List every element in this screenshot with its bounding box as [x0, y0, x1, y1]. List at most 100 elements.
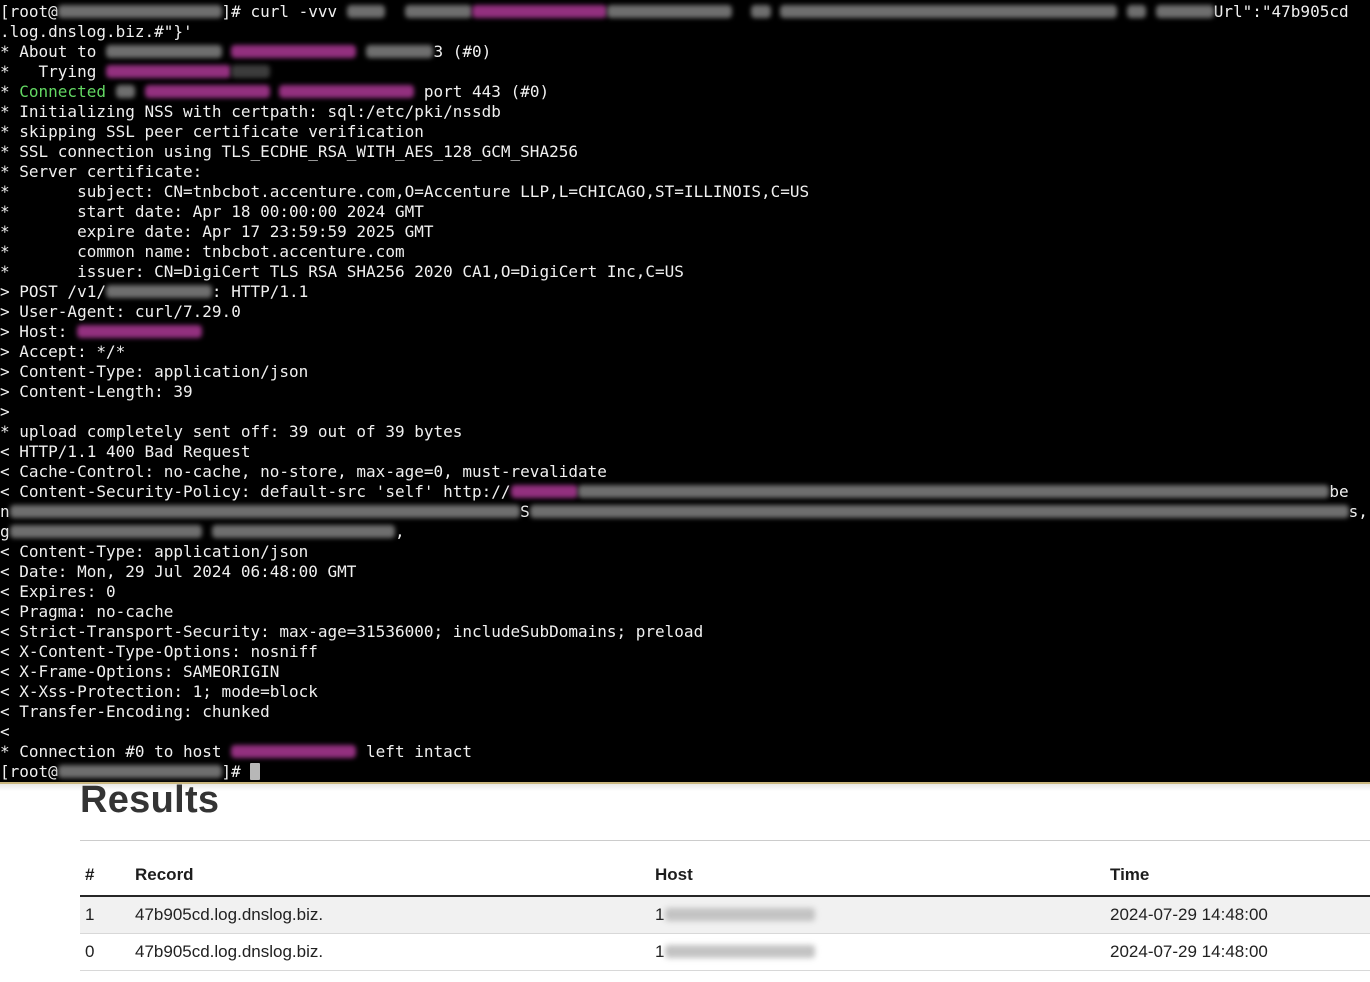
terminal-text: > — [0, 402, 10, 421]
redacted-text — [10, 525, 203, 538]
redacted-host — [665, 908, 815, 921]
time-value: 2024-07-29 14:48:00 — [1110, 934, 1370, 971]
redacted-text — [607, 5, 732, 18]
terminal-line: * About to 3 (#0) — [0, 42, 1370, 62]
redacted-text — [530, 505, 1349, 518]
redacted-ip-highlight — [145, 85, 270, 98]
terminal-line: * SSL connection using TLS_ECDHE_RSA_WIT… — [0, 142, 1370, 162]
terminal-text — [771, 2, 781, 21]
redacted-text — [58, 765, 222, 778]
terminal-text: , — [395, 522, 405, 541]
terminal-text: * About to — [0, 42, 106, 61]
terminal-text: < Content-Type: application/json — [0, 542, 308, 561]
redacted-text — [106, 45, 222, 58]
host-visible-prefix: 1 — [655, 942, 664, 961]
terminal-cursor — [250, 763, 260, 780]
redacted-ip-highlight — [106, 65, 231, 78]
terminal-line: < Pragma: no-cache — [0, 602, 1370, 622]
terminal-line: * Trying — [0, 62, 1370, 82]
terminal-text: < Transfer-Encoding: chunked — [0, 702, 270, 721]
redacted-text — [212, 525, 395, 538]
terminal-line: [root@ ]# curl -vvv Url":"47b905cd — [0, 2, 1370, 22]
terminal-text: left intact — [356, 742, 472, 761]
terminal-text — [222, 42, 232, 61]
redacted-text — [366, 45, 433, 58]
terminal-line: < Date: Mon, 29 Jul 2024 06:48:00 GMT — [0, 562, 1370, 582]
terminal-text: ]# curl -vvv — [222, 2, 347, 21]
terminal-text: > POST /v1/ — [0, 282, 106, 301]
terminal-text: < X-Content-Type-Options: nosniff — [0, 642, 318, 661]
redacted-text — [58, 5, 222, 18]
terminal-text: * subject: CN=tnbcbot.accenture.com,O=Ac… — [0, 182, 809, 201]
terminal-text: < X-Xss-Protection: 1; mode=block — [0, 682, 318, 701]
redacted-ip-highlight — [511, 485, 578, 498]
terminal-line: > — [0, 402, 1370, 422]
terminal-line: < — [0, 722, 1370, 742]
terminal-text: : HTTP/1.1 — [212, 282, 308, 301]
terminal-text: [root@ — [0, 2, 58, 21]
terminal-line: * expire date: Apr 17 23:59:59 2025 GMT — [0, 222, 1370, 242]
terminal-line: * Connected port 443 (#0) — [0, 82, 1370, 102]
terminal-text: * expire date: Apr 17 23:59:59 2025 GMT — [0, 222, 433, 241]
terminal-text — [1146, 2, 1156, 21]
terminal-line: > Content-Type: application/json — [0, 362, 1370, 382]
terminal-text — [202, 522, 212, 541]
terminal-line: * Server certificate: — [0, 162, 1370, 182]
table-row: 047b905cd.log.dnslog.biz.12024-07-29 14:… — [80, 934, 1370, 971]
terminal-text — [270, 82, 280, 101]
terminal-window[interactable]: [root@ ]# curl -vvv Url":"47b905cd .log.dn… — [0, 0, 1370, 784]
terminal-line: < Cache-Control: no-cache, no-store, max… — [0, 462, 1370, 482]
terminal-text: * Initializing NSS with certpath: sql:/e… — [0, 102, 501, 121]
column-header-host: Host — [655, 853, 1110, 896]
terminal-text: > Content-Length: 39 — [0, 382, 193, 401]
terminal-text: s, — [1349, 502, 1368, 521]
redacted-text — [116, 85, 135, 98]
redacted-text — [578, 485, 1329, 498]
row-index: 1 — [80, 896, 135, 934]
terminal-text: < Strict-Transport-Security: max-age=315… — [0, 622, 703, 641]
record-value: 47b905cd.log.dnslog.biz. — [135, 896, 655, 934]
redacted-ip-highlight — [279, 85, 414, 98]
redacted-text — [106, 285, 212, 298]
terminal-line: * Connection #0 to host left intact — [0, 742, 1370, 762]
terminal-text — [385, 2, 404, 21]
redacted-text — [231, 65, 270, 78]
terminal-text: Url":"47b905cd — [1214, 2, 1349, 21]
terminal-text: * issuer: CN=DigiCert TLS RSA SHA256 202… — [0, 262, 684, 281]
divider — [80, 840, 1370, 841]
terminal-text: * skipping SSL peer certificate verifica… — [0, 122, 424, 141]
terminal-text: < Content-Security-Policy: default-src '… — [0, 482, 511, 501]
terminal-text: be — [1329, 482, 1348, 501]
redacted-text — [780, 5, 1117, 18]
terminal-text: * Server certificate: — [0, 162, 202, 181]
host-value: 1 — [655, 896, 1110, 934]
terminal-line: < X-Xss-Protection: 1; mode=block — [0, 682, 1370, 702]
table-row: 147b905cd.log.dnslog.biz.12024-07-29 14:… — [80, 896, 1370, 934]
terminal-line: * skipping SSL peer certificate verifica… — [0, 122, 1370, 142]
terminal-text: .log.dnslog.biz.#"}' — [0, 22, 193, 41]
terminal-text: * start date: Apr 18 00:00:00 2024 GMT — [0, 202, 424, 221]
terminal-text: > Accept: */* — [0, 342, 125, 361]
terminal-text: < HTTP/1.1 400 Bad Request — [0, 442, 250, 461]
redacted-ip-highlight — [472, 5, 607, 18]
redacted-ip-highlight — [231, 45, 356, 58]
terminal-text: < Pragma: no-cache — [0, 602, 173, 621]
terminal-line: .log.dnslog.biz.#"}' — [0, 22, 1370, 42]
redacted-ip-highlight — [231, 745, 356, 758]
redacted-text — [751, 5, 770, 18]
time-value: 2024-07-29 14:48:00 — [1110, 896, 1370, 934]
terminal-line: * subject: CN=tnbcbot.accenture.com,O=Ac… — [0, 182, 1370, 202]
terminal-text: g — [0, 522, 10, 541]
page-title: Results — [80, 778, 1370, 822]
terminal-line: < Content-Type: application/json — [0, 542, 1370, 562]
terminal-line: > User-Agent: curl/7.29.0 — [0, 302, 1370, 322]
terminal-text: [root@ — [0, 762, 58, 781]
column-header-time: Time — [1110, 853, 1370, 896]
terminal-text — [135, 82, 145, 101]
row-index: 0 — [80, 934, 135, 971]
terminal-text: n — [0, 502, 10, 521]
terminal-line: > Content-Length: 39 — [0, 382, 1370, 402]
terminal-line: * common name: tnbcbot.accenture.com — [0, 242, 1370, 262]
terminal-text: * SSL connection using TLS_ECDHE_RSA_WIT… — [0, 142, 578, 161]
terminal-text-green: Connected — [19, 82, 106, 101]
